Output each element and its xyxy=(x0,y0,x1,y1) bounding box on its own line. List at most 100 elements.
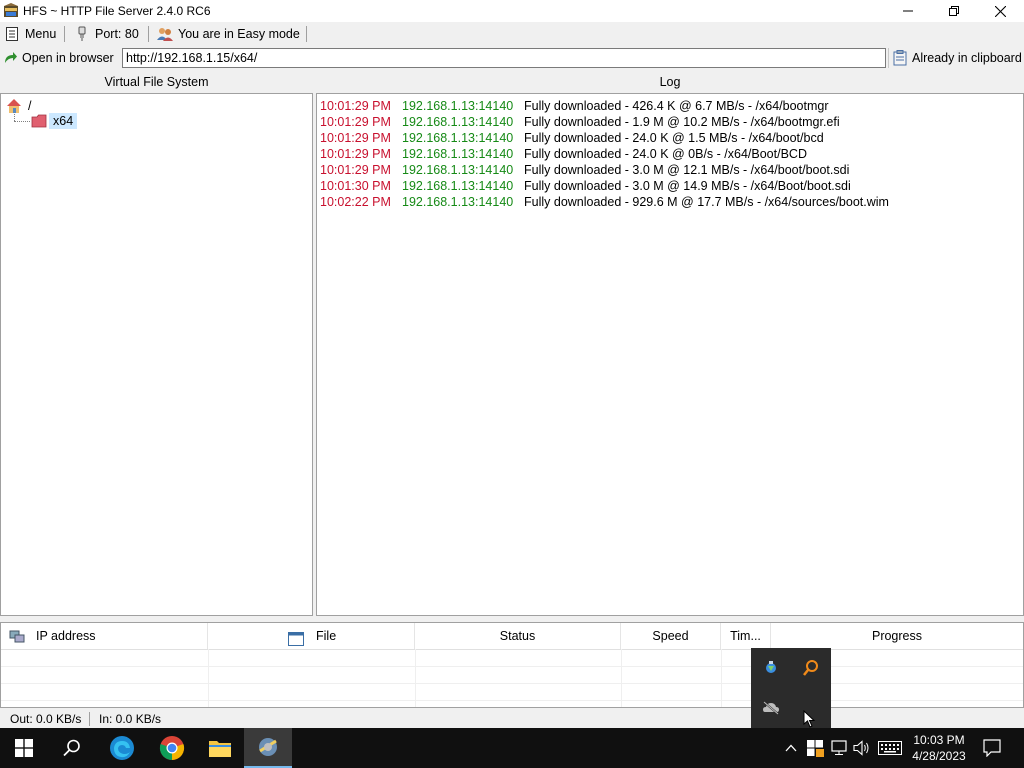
log-time: 10:01:29 PM xyxy=(320,99,391,113)
minimize-button[interactable] xyxy=(885,0,931,22)
column-file[interactable]: File xyxy=(208,623,415,649)
log-time: 10:01:29 PM xyxy=(320,115,391,129)
log-header: Log xyxy=(316,72,1024,92)
log-message: Fully downloaded - 3.0 M @ 14.9 MB/s - /… xyxy=(524,179,851,193)
clipboard-icon xyxy=(893,50,907,66)
log-ip: 192.168.1.13:14140 xyxy=(402,163,514,177)
mode-label: You are in Easy mode xyxy=(178,27,300,41)
port-button[interactable]: Port: 80 xyxy=(74,22,139,46)
toolbar-divider xyxy=(148,26,149,42)
vfs-tree[interactable]: / x64 xyxy=(0,93,313,616)
log-entry[interactable]: 10:01:29 PM 192.168.1.13:14140 Fully downl… xyxy=(320,162,849,178)
tree-connector xyxy=(14,121,30,122)
log-message: Fully downloaded - 929.6 M @ 17.7 MB/s -… xyxy=(524,195,889,209)
log-entry[interactable]: 10:02:22 PM 192.168.1.13:14140 Fully downl… xyxy=(320,194,889,210)
mouse-cursor-icon xyxy=(803,709,817,728)
tree-root[interactable]: / xyxy=(6,98,31,114)
status-bar: Out: 0.0 KB/s In: 0.0 KB/s xyxy=(0,710,1024,728)
restore-button[interactable] xyxy=(931,0,977,22)
mode-button[interactable]: You are in Easy mode xyxy=(157,22,300,46)
tray-overflow-popup xyxy=(751,648,831,728)
log-message: Fully downloaded - 426.4 K @ 6.7 MB/s - … xyxy=(524,99,829,113)
tree-root-label: / xyxy=(28,99,32,113)
address-bar: Open in browser Already in clipboard xyxy=(0,46,1024,70)
keyboard-icon[interactable] xyxy=(878,738,902,758)
toolbar: Menu Port: 80 You are in Easy mode xyxy=(0,22,1024,46)
clipboard-button[interactable]: Already in clipboard xyxy=(888,48,1022,68)
menu-label: Menu xyxy=(25,27,57,41)
log-time: 10:02:22 PM xyxy=(320,195,391,209)
status-out: Out: 0.0 KB/s xyxy=(10,712,82,726)
log-ip: 192.168.1.13:14140 xyxy=(402,179,514,193)
tree-item-x64[interactable]: x64 xyxy=(31,113,78,129)
column-status[interactable]: Status xyxy=(415,623,621,649)
log-panel[interactable]: 10:01:29 PM 192.168.1.13:14140 Fully downl… xyxy=(316,93,1024,616)
log-entry[interactable]: 10:01:29 PM 192.168.1.13:14140 Fully downl… xyxy=(320,98,829,114)
search-icon xyxy=(63,739,80,757)
search-tray-icon[interactable] xyxy=(801,658,821,678)
cloud-offline-icon[interactable] xyxy=(761,698,781,718)
vfs-header: Virtual File System xyxy=(0,72,313,92)
hfs-window: HFS ~ HTTP File Server 2.4.0 RC6 Menu Po… xyxy=(0,0,1024,728)
hfs-taskbar-button[interactable] xyxy=(244,728,292,768)
search-button[interactable] xyxy=(48,728,96,768)
system-clock[interactable]: 10:03 PM 4/28/2023 xyxy=(905,732,973,764)
url-field[interactable] xyxy=(122,48,886,68)
clock-time: 10:03 PM xyxy=(913,733,965,747)
close-button[interactable] xyxy=(977,0,1023,22)
column-speed[interactable]: Speed xyxy=(621,623,721,649)
log-ip: 192.168.1.13:14140 xyxy=(402,147,514,161)
connections-table[interactable]: IP address File Status Speed Tim... Prog… xyxy=(0,622,1024,708)
taskbar: 10:03 PM 4/28/2023 xyxy=(0,728,1024,768)
grid-line xyxy=(1,683,1023,684)
open-in-browser-label: Open in browser xyxy=(22,51,114,65)
log-entry[interactable]: 10:01:29 PM 192.168.1.13:14140 Fully downl… xyxy=(320,146,807,162)
column-label: File xyxy=(316,629,337,643)
log-entry[interactable]: 10:01:29 PM 192.168.1.13:14140 Fully downl… xyxy=(320,130,824,146)
log-message: Fully downloaded - 24.0 K @ 1.5 MB/s - /… xyxy=(524,131,824,145)
log-time: 10:01:29 PM xyxy=(320,163,391,177)
security-tray-icon[interactable] xyxy=(805,738,825,758)
menu-icon xyxy=(4,26,20,42)
tree-connector xyxy=(14,114,15,121)
log-message: Fully downloaded - 3.0 M @ 12.1 MB/s - /… xyxy=(524,163,850,177)
edge-button[interactable] xyxy=(98,728,146,768)
chrome-button[interactable] xyxy=(148,728,196,768)
network-tray-icon[interactable] xyxy=(761,658,781,678)
column-progress[interactable]: Progress xyxy=(771,623,1023,649)
log-message: Fully downloaded - 1.9 M @ 10.2 MB/s - /… xyxy=(524,115,840,129)
clipboard-label: Already in clipboard xyxy=(912,51,1022,65)
chrome-icon xyxy=(159,736,185,761)
hfs-app-icon xyxy=(3,3,19,19)
clock-date: 4/28/2023 xyxy=(912,749,966,763)
log-message: Fully downloaded - 24.0 K @ 0B/s - /x64/… xyxy=(524,147,807,161)
open-in-browser-button[interactable]: Open in browser xyxy=(2,48,114,68)
start-button[interactable] xyxy=(0,728,48,768)
folder-icon xyxy=(209,741,231,757)
log-entry[interactable]: 10:01:30 PM 192.168.1.13:14140 Fully downl… xyxy=(320,178,851,194)
chevron-up-icon[interactable] xyxy=(781,738,801,758)
file-window-icon xyxy=(288,629,304,655)
network-icon[interactable] xyxy=(829,738,849,758)
column-time[interactable]: Tim... xyxy=(721,623,771,649)
status-divider xyxy=(89,712,90,726)
tree-item-label: x64 xyxy=(49,113,78,129)
log-time: 10:01:30 PM xyxy=(320,179,391,193)
notifications-icon[interactable] xyxy=(982,738,1002,758)
menu-button[interactable]: Menu xyxy=(4,22,56,46)
grid-line xyxy=(1,700,1023,701)
header-divider xyxy=(1,649,1023,650)
column-ip-address[interactable]: IP address xyxy=(1,623,208,649)
edge-icon xyxy=(110,736,134,760)
file-explorer-button[interactable] xyxy=(196,728,244,768)
log-ip: 192.168.1.13:14140 xyxy=(402,115,514,129)
grid-line xyxy=(621,649,622,707)
title-bar[interactable]: HFS ~ HTTP File Server 2.4.0 RC6 xyxy=(0,0,1024,22)
grid-line xyxy=(415,649,416,707)
volume-icon[interactable] xyxy=(852,738,872,758)
status-in: In: 0.0 KB/s xyxy=(99,712,162,726)
log-time: 10:01:29 PM xyxy=(320,131,391,145)
grid-line xyxy=(208,649,209,707)
log-entry[interactable]: 10:01:29 PM 192.168.1.13:14140 Fully downl… xyxy=(320,114,840,130)
windows-logo-icon xyxy=(15,739,33,757)
